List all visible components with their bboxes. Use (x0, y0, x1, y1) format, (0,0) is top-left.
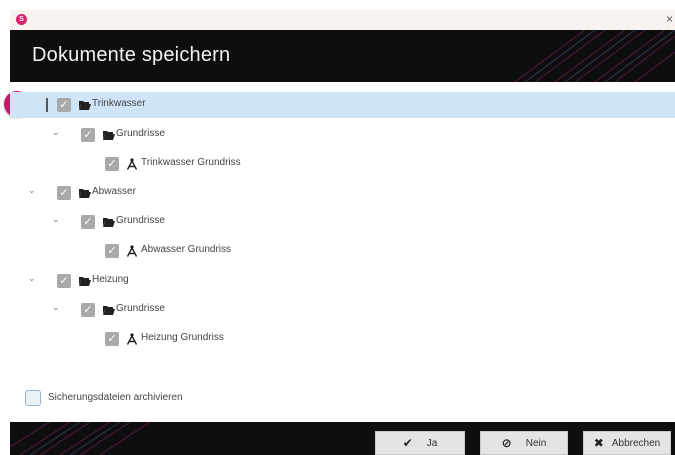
tree-checkbox[interactable]: ✓ (105, 332, 119, 346)
tree-checkbox[interactable]: ✓ (57, 274, 71, 288)
tree-item-label: Trinkwasser Grundriss (141, 157, 241, 168)
dialog-title: Dokumente speichern (32, 44, 231, 66)
app-logo-icon: S (16, 14, 27, 25)
title-bar: S × (10, 10, 675, 30)
tree-checkbox[interactable]: ✓ (57, 98, 71, 112)
cancel-button-label: Abbrechen (611, 437, 661, 449)
tree-checkbox[interactable]: ✓ (105, 244, 119, 258)
tree-item-heizung[interactable]: ⌄ ✓ Heizung (10, 268, 675, 294)
tree-checkbox[interactable]: ✓ (81, 303, 95, 317)
tree-item-document[interactable]: ✓ Abwasser Grundriss (10, 238, 675, 264)
header-decoration (514, 30, 675, 82)
tree-item-abwasser[interactable]: ⌄ ✓ Abwasser (10, 180, 675, 206)
tree-item-document[interactable]: ✓ Heizung Grundriss (10, 326, 675, 352)
tree-item-label: Abwasser Grundriss (141, 244, 232, 255)
chevron-down-icon[interactable]: ⌄ (28, 185, 36, 196)
check-icon: ✔ (402, 436, 413, 450)
folder-open-icon (79, 189, 91, 198)
no-button-label: Nein (525, 437, 547, 449)
cancel-button[interactable]: ✖ Abbrechen (583, 431, 671, 455)
chevron-down-icon[interactable]: ⌄ (52, 214, 60, 225)
archive-backups-checkbox[interactable] (25, 390, 41, 406)
tree-item-document[interactable]: ✓ Trinkwasser Grundriss (10, 151, 675, 177)
no-entry-icon: ⊘ (501, 436, 512, 450)
tree-item-grundrisse[interactable]: ⌄ ✓ Grundrisse (10, 297, 675, 323)
tree-checkbox[interactable]: ✓ (81, 215, 95, 229)
tree-checkbox[interactable]: ✓ (105, 157, 119, 171)
folder-open-icon (79, 277, 91, 286)
dialog-footer: ✔ Ja ⊘ Nein ✖ Abbrechen (10, 422, 675, 455)
chevron-down-icon[interactable]: ⌄ (52, 127, 60, 138)
folder-open-icon (103, 306, 115, 315)
drafting-compass-icon (126, 245, 138, 257)
yes-button-label: Ja (426, 437, 438, 449)
tree-item-label: Grundrisse (116, 128, 165, 139)
folder-open-icon (79, 101, 91, 110)
folder-open-icon (103, 131, 115, 140)
tree-checkbox[interactable]: ✓ (57, 186, 71, 200)
yes-button[interactable]: ✔ Ja (375, 431, 465, 455)
drafting-compass-icon (126, 333, 138, 345)
footer-decoration (10, 422, 151, 455)
drafting-compass-icon (126, 158, 138, 170)
tree-item-grundrisse[interactable]: ⌄ ✓ Grundrisse (10, 122, 675, 148)
tree-item-label: Heizung (92, 274, 129, 285)
tree-checkbox[interactable]: ✓ (81, 128, 95, 142)
chevron-down-icon[interactable]: ⌄ (28, 273, 36, 284)
tree-item-label: Heizung Grundriss (141, 332, 224, 343)
tree-item-label: Trinkwasser (92, 98, 146, 109)
tree-item-grundrisse[interactable]: ⌄ ✓ Grundrisse (10, 209, 675, 235)
dialog-header: Dokumente speichern (10, 30, 675, 82)
no-button[interactable]: ⊘ Nein (480, 431, 568, 455)
close-icon[interactable]: × (666, 12, 673, 26)
chevron-down-icon[interactable]: ⌄ (52, 302, 60, 313)
archive-backups-label: Sicherungsdateien archivieren (48, 392, 183, 403)
tree-item-label: Grundrisse (116, 303, 165, 314)
x-icon: ✖ (593, 436, 604, 450)
tree-item-trinkwasser[interactable]: ✓ Trinkwasser (10, 92, 675, 118)
tree-item-label: Abwasser (92, 186, 136, 197)
selection-indicator (46, 98, 48, 112)
folder-open-icon (103, 218, 115, 227)
tree-item-label: Grundrisse (116, 215, 165, 226)
